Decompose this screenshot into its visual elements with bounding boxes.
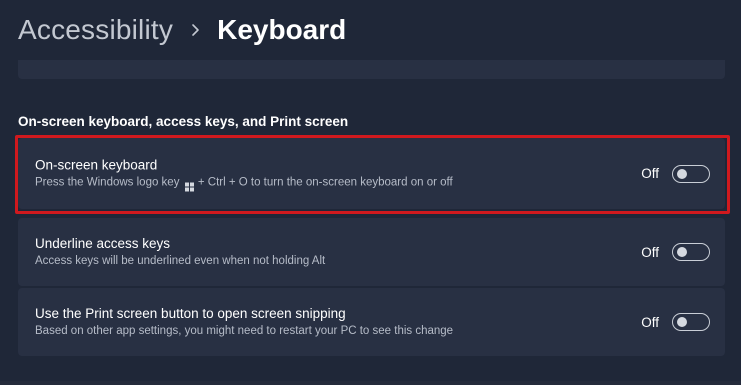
setting-text: On-screen keyboard Press the Windows log… — [35, 156, 453, 191]
toggle-state-label: Off — [641, 314, 659, 330]
previous-setting-card — [18, 60, 725, 79]
setting-underline-access-keys[interactable]: Underline access keys Access keys will b… — [18, 218, 725, 286]
setting-title: Use the Print screen button to open scre… — [35, 306, 346, 321]
setting-description-part: Press the Windows logo key — [35, 176, 180, 188]
toggle-state-label: Off — [641, 244, 659, 260]
setting-title: Underline access keys — [35, 236, 171, 251]
setting-description: Based on other app settings, you might n… — [35, 325, 454, 337]
underline-access-keys-toggle[interactable] — [672, 243, 710, 261]
setting-description: Press the Windows logo key + Ctrl + O to… — [35, 174, 453, 191]
setting-description: Access keys will be underlined even when… — [35, 255, 326, 267]
on-screen-keyboard-toggle[interactable] — [672, 164, 710, 183]
page-title: Keyboard — [217, 14, 347, 45]
bottom-edge — [0, 381, 741, 385]
print-screen-snipping-toggle[interactable] — [672, 313, 710, 331]
toggle-group: Off — [641, 164, 710, 183]
setting-text: Underline access keys Access keys will b… — [35, 235, 325, 269]
setting-description-part: + Ctrl + O to turn the on-screen keyboar… — [197, 176, 453, 188]
toggle-group: Off — [641, 243, 710, 261]
windows-logo-icon — [184, 182, 194, 191]
setting-on-screen-keyboard[interactable]: On-screen keyboard Press the Windows log… — [18, 138, 725, 209]
toggle-knob — [677, 168, 687, 179]
setting-print-screen-snipping[interactable]: Use the Print screen button to open scre… — [18, 288, 725, 356]
toggle-state-label: Off — [641, 166, 659, 181]
breadcrumb: Accessibility Keyboard — [18, 10, 346, 50]
setting-text: Use the Print screen button to open scre… — [35, 305, 453, 339]
setting-title: On-screen keyboard — [35, 157, 158, 172]
toggle-knob — [677, 247, 687, 257]
toggle-knob — [677, 317, 687, 327]
toggle-group: Off — [641, 313, 710, 331]
breadcrumb-accessibility-link[interactable]: Accessibility — [18, 14, 173, 46]
chevron-right-icon — [173, 10, 217, 50]
section-title: On-screen keyboard, access keys, and Pri… — [18, 114, 349, 129]
